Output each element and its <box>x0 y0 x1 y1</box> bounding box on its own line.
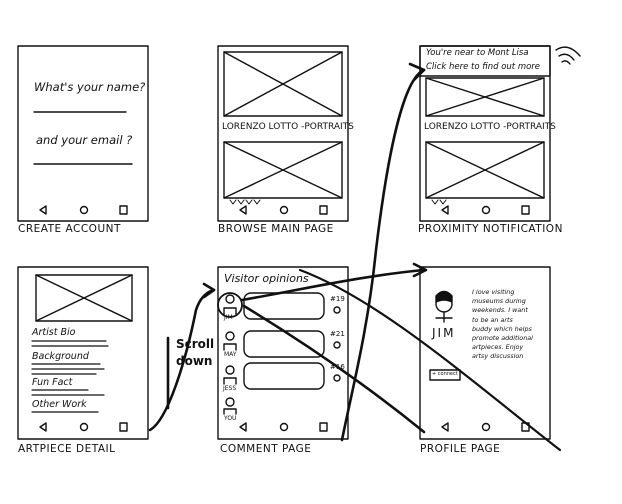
connect-button[interactable]: + connect <box>432 371 458 377</box>
comment-user-you: YOU <box>224 415 237 422</box>
scroll-down-annotation: Scroll down <box>176 337 215 368</box>
profile-name: JIM <box>432 326 456 340</box>
avatar-jim-icon <box>223 294 237 315</box>
comment-page-title: Visitor opinions <box>224 272 309 285</box>
comment-likes-3: #16 <box>330 363 345 371</box>
comment-likes-1: #19 <box>330 295 345 303</box>
phone-frame-proximity <box>419 45 551 222</box>
caption-proximity: PROXIMITY NOTIFICATION <box>418 223 563 235</box>
section-other-work: Other Work <box>32 399 87 410</box>
wifi-signal-icon <box>555 46 581 65</box>
comment-user-may[interactable]: MAY <box>224 351 236 358</box>
email-prompt: and your email ? <box>36 133 133 147</box>
caption-profile: PROFILE PAGE <box>420 443 501 455</box>
image-placeholder-browse-1 <box>223 51 343 117</box>
phone-frame-browse-main <box>217 45 349 222</box>
like-icon-1 <box>333 306 341 314</box>
caption-browse-main: BROWSE MAIN PAGE <box>218 223 334 235</box>
card-title-proximity: LORENZO LOTTO -PORTRAITS <box>424 122 556 132</box>
bio-line: weekends. I want <box>472 306 528 315</box>
profile-avatar-icon <box>435 290 453 323</box>
bio-line: artpieces. Enjoy <box>472 343 524 352</box>
sketch-canvas <box>17 45 581 452</box>
avatar-may-icon <box>223 331 237 351</box>
comment-user-jim[interactable]: JIM <box>224 314 233 321</box>
nav-bar-profile <box>441 422 530 432</box>
bio-line: to be an arts <box>472 315 513 324</box>
like-icon-3 <box>333 374 341 382</box>
nav-bar-proximity <box>441 205 530 215</box>
notification-line-1[interactable]: You're near to Mont Lisa <box>426 48 529 58</box>
like-icon-2 <box>333 341 341 349</box>
comment-bubble-2 <box>243 330 325 358</box>
image-placeholder-artpiece <box>35 274 133 322</box>
bio-line: I love visiting <box>472 288 515 296</box>
rating-marks <box>229 199 261 205</box>
image-placeholder-proximity-1 <box>425 77 545 117</box>
image-placeholder-browse-2 <box>223 141 343 199</box>
comment-bubble-3 <box>243 362 325 390</box>
section-background: Background <box>32 351 89 362</box>
nav-bar-browse-main <box>239 205 328 215</box>
caption-comment: COMMENT PAGE <box>220 443 312 455</box>
bio-line: promote additional <box>472 334 533 343</box>
caption-create-account: CREATE ACCOUNT <box>18 223 121 235</box>
nav-bar-artpiece <box>39 422 128 432</box>
bio-line: buddy which helps <box>472 324 532 333</box>
nav-bar-comment <box>239 422 328 432</box>
nav-bar-create-account <box>39 205 128 215</box>
arrow-notification-to-detail <box>340 68 426 442</box>
avatar-jess-icon <box>223 365 237 385</box>
arrow-head-notification <box>408 62 426 82</box>
card-title-browse: LORENZO LOTTO -PORTRAITS <box>222 122 354 132</box>
comment-likes-2: #21 <box>330 330 345 338</box>
section-fun-fact: Fun Fact <box>32 377 73 388</box>
section-artist-bio: Artist Bio <box>32 327 76 338</box>
rating-marks-proximity <box>431 199 447 205</box>
name-prompt: What's your name? <box>34 80 146 94</box>
bio-line: artsy discussion <box>472 352 524 361</box>
caption-artpiece: ARTPIECE DETAIL <box>18 443 116 455</box>
avatar-you-icon <box>223 397 237 415</box>
bio-line: museums during <box>472 297 526 306</box>
profile-bio: I love visiting museums during weekends.… <box>472 288 533 362</box>
comment-user-jess[interactable]: JESS <box>223 385 236 392</box>
notification-line-2[interactable]: Click here to find out more <box>426 62 540 72</box>
image-placeholder-proximity-2 <box>425 141 545 199</box>
